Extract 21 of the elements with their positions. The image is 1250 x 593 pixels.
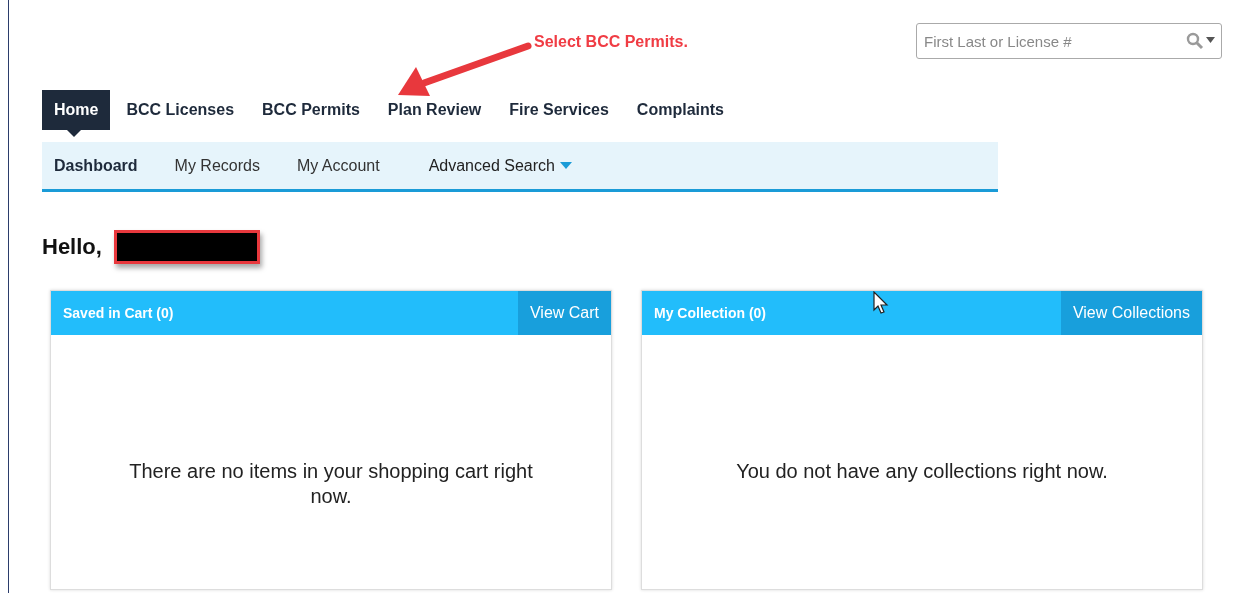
tab-pointer-icon <box>67 130 82 137</box>
search-icon[interactable] <box>1186 32 1216 50</box>
greeting: Hello, <box>42 234 102 260</box>
nav-tab[interactable]: BCC Permits <box>250 90 372 130</box>
nav-tab[interactable]: BCC Licenses <box>114 90 247 130</box>
empty-message: There are no items in your shopping cart right now. <box>128 459 534 509</box>
card-title: Saved in Cart (0) <box>62 305 174 321</box>
empty-message: You do not have any collections right now. <box>735 459 1109 484</box>
nav-tab[interactable]: Complaints <box>624 90 736 130</box>
nav-tab[interactable]: Fire Services <box>497 90 621 130</box>
nav-tab[interactable]: Home <box>42 90 111 130</box>
card-title: My Collection (0) <box>653 305 766 321</box>
subnav-link[interactable]: My Records <box>174 156 260 175</box>
annotation-text: Select BCC Permits. <box>534 33 688 50</box>
subnav-link[interactable]: My Account <box>296 156 380 175</box>
cursor-icon <box>873 291 889 315</box>
nav-tab[interactable]: Plan Review <box>375 90 494 130</box>
subnav-dropdown[interactable]: Advanced Search <box>428 156 572 175</box>
search-field[interactable]: First Last or License # <box>916 23 1222 59</box>
subnav-link[interactable]: Dashboard <box>54 156 138 175</box>
caret-icon <box>559 162 572 169</box>
